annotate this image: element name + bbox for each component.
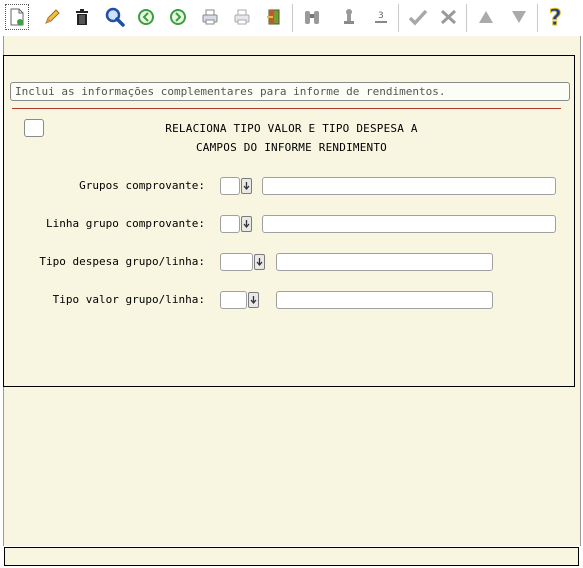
linha-grupo-comprovante-label: Linha grupo comprovante: (46, 217, 205, 230)
tipo-despesa-lookup-button[interactable] (254, 254, 265, 270)
toolbar: 3 ? (0, 0, 583, 36)
svg-text:3: 3 (378, 11, 384, 21)
form-title-line2: CAMPOS DO INFORME RENDIMENTO (195, 141, 388, 154)
toolbar-separator (537, 4, 538, 32)
down-icon[interactable] (507, 4, 531, 30)
new-icon[interactable] (5, 4, 29, 30)
linha-grupo-comprovante-lookup-button[interactable] (241, 216, 252, 232)
tipo-valor-description-input[interactable] (276, 291, 493, 309)
confirm-icon[interactable] (406, 4, 430, 30)
lookup-arrow-icon (256, 258, 263, 267)
delete-icon[interactable] (70, 4, 94, 30)
svg-text:?: ? (549, 6, 562, 29)
linha-grupo-comprovante-description-input[interactable] (262, 215, 556, 233)
tipo-valor-label: Tipo valor grupo/linha: (52, 293, 205, 306)
grupos-comprovante-label: Grupos comprovante: (79, 179, 205, 192)
tools-icon[interactable] (437, 4, 461, 30)
grupos-comprovante-description-input[interactable] (262, 177, 556, 195)
divider (12, 108, 561, 109)
up-icon[interactable] (474, 4, 498, 30)
print-icon[interactable] (198, 4, 222, 30)
tipo-valor-code-input[interactable] (220, 291, 247, 309)
exit-icon[interactable] (262, 4, 286, 30)
toolbar-separator (398, 4, 399, 32)
tipo-despesa-code-input[interactable] (220, 253, 253, 271)
search-icon[interactable] (103, 4, 127, 30)
form-title-line1: RELACIONA TIPO VALOR E TIPO DESPESA A (165, 122, 418, 135)
previous-icon[interactable] (134, 4, 158, 30)
lookup-arrow-icon (243, 220, 250, 229)
toolbar-separator (466, 4, 467, 32)
status-bar (4, 547, 579, 566)
lookup-arrow-icon (243, 182, 250, 191)
linha-grupo-comprovante-code-input[interactable] (220, 215, 240, 233)
grupos-comprovante-code-input[interactable] (220, 177, 240, 195)
numbering-icon[interactable]: 3 (369, 4, 393, 30)
lookup-arrow-icon (250, 296, 257, 305)
print-preview-icon[interactable] (230, 4, 254, 30)
grupos-comprovante-lookup-button[interactable] (241, 178, 252, 194)
help-icon[interactable]: ? (545, 4, 569, 30)
toolbar-separator (292, 4, 293, 32)
tipo-despesa-description-input[interactable] (276, 253, 493, 271)
next-icon[interactable] (166, 4, 190, 30)
tipo-despesa-label: Tipo despesa grupo/linha: (39, 255, 205, 268)
tipo-valor-lookup-button[interactable] (248, 292, 259, 308)
chess-piece-icon[interactable] (337, 4, 361, 30)
description-field[interactable]: Inclui as informações complementares par… (10, 82, 570, 101)
binoculars-icon[interactable] (300, 4, 324, 30)
edit-icon[interactable] (40, 4, 64, 30)
